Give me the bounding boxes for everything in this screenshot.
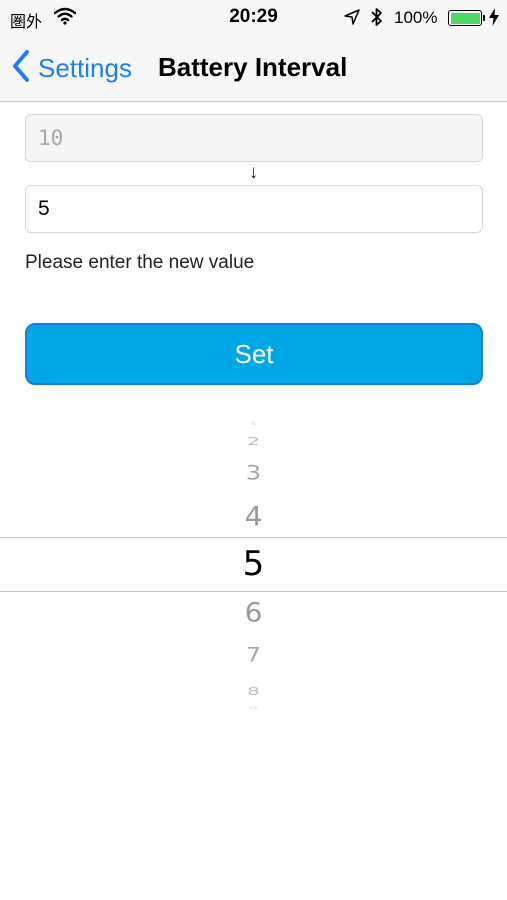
new-value-text: 5	[38, 197, 50, 220]
bluetooth-icon	[370, 7, 384, 32]
picker-item[interactable]: 4	[0, 503, 507, 531]
picker-item[interactable]: 3	[0, 463, 507, 483]
location-arrow-icon	[344, 9, 360, 30]
picker-selection-top-line	[0, 537, 507, 538]
new-value-input[interactable]: 5	[25, 185, 483, 233]
picker-selection-bottom-line	[0, 591, 507, 592]
status-bar: 圏外 20:29 100%	[0, 0, 507, 36]
back-button-label: Settings	[38, 52, 132, 83]
current-value-field: 10	[25, 114, 483, 162]
battery-percent: 100%	[394, 8, 438, 27]
battery-icon	[448, 10, 482, 26]
picker-item[interactable]: 9	[0, 706, 507, 710]
value-picker[interactable]: 1 2 3 4 5 6 7 8 9	[0, 415, 507, 715]
picker-item[interactable]: 2	[0, 436, 507, 447]
picker-item[interactable]: 8	[0, 686, 507, 697]
current-value-text: 10	[38, 126, 64, 150]
navigation-bar: Settings Battery Interval	[0, 36, 507, 102]
picker-item[interactable]: 1	[0, 422, 507, 426]
picker-item[interactable]: 7	[0, 645, 507, 665]
chevron-left-icon	[12, 49, 30, 87]
charging-bolt-icon	[489, 8, 499, 31]
page-title: Battery Interval	[158, 52, 348, 82]
picker-item[interactable]: 6	[0, 599, 507, 627]
back-button[interactable]: Settings	[12, 49, 132, 87]
picker-item[interactable]: 5	[0, 547, 507, 581]
set-button-label: Set	[234, 338, 274, 369]
hint-label: Please enter the new value	[25, 252, 255, 273]
set-button[interactable]: Set	[25, 323, 483, 385]
down-arrow-icon: ↓	[248, 162, 259, 183]
